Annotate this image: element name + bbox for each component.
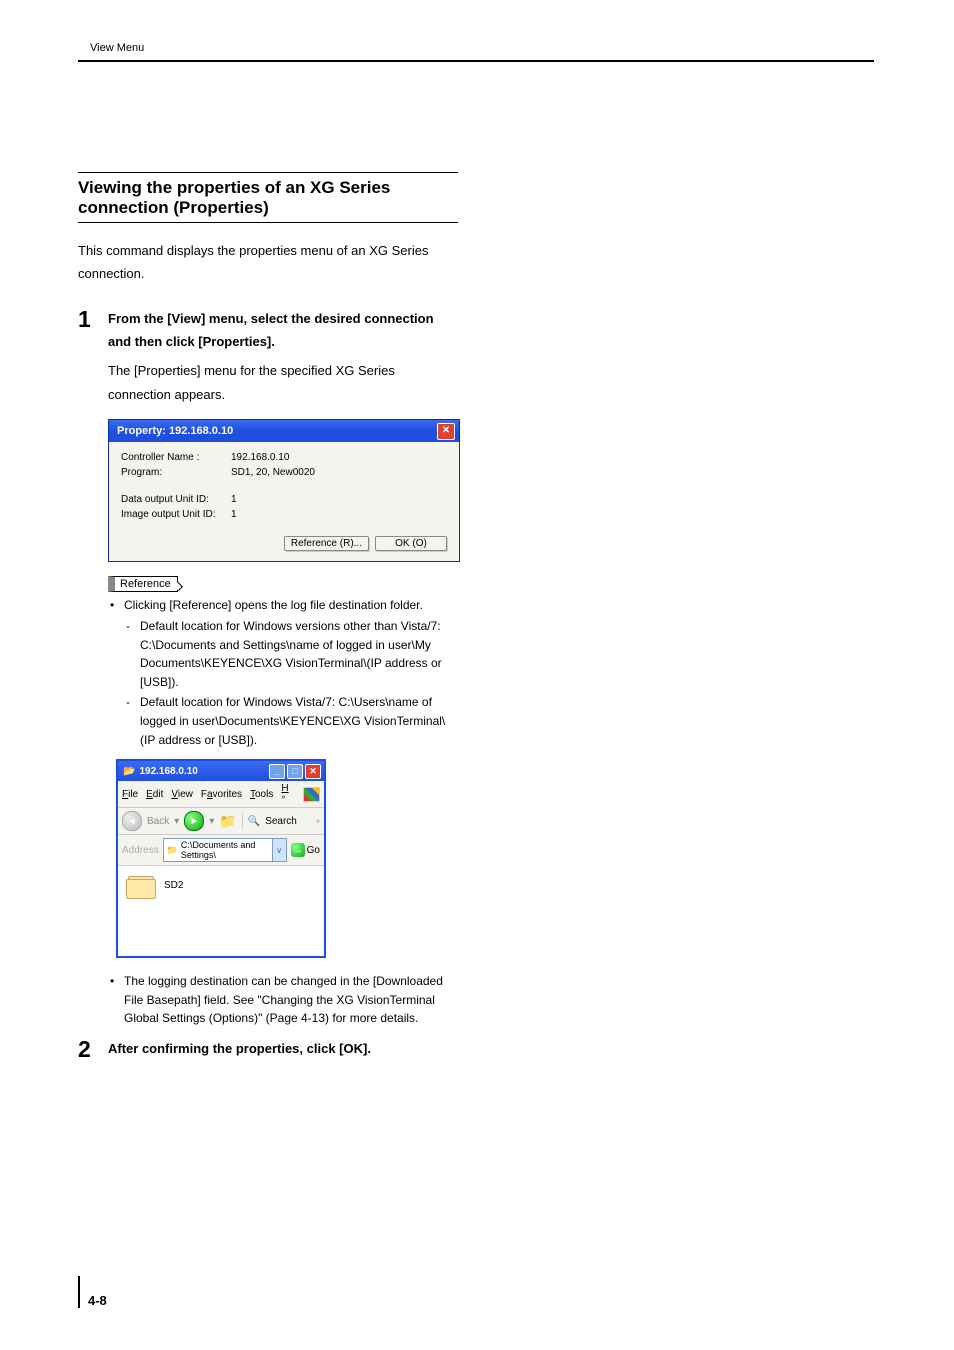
dialog-titlebar: Property: 192.168.0.10 ✕ [109, 420, 459, 442]
search-icon[interactable]: 🔍 [248, 816, 260, 827]
go-icon: → [291, 843, 305, 857]
folder-open-icon: 📂 [123, 766, 135, 777]
menu-favorites[interactable]: Favorites [201, 789, 242, 800]
step-2-heading: After confirming the properties, click [… [108, 1038, 371, 1061]
forward-icon[interactable]: ► [184, 811, 204, 831]
reference-label: Reference [108, 576, 178, 592]
header-rule [78, 60, 874, 62]
reference-bullet-2: The logging destination can be changed i… [108, 972, 458, 1028]
go-button[interactable]: → Go [291, 843, 320, 857]
windows-flag-icon [303, 787, 320, 802]
address-input[interactable]: 📁 C:\Documents and Settings\ v [163, 838, 287, 862]
step-1-heading: From the [View] menu, select the desired… [108, 308, 458, 354]
controller-name-value: 192.168.0.10 [231, 452, 447, 463]
step-1-body: The [Properties] menu for the specified … [108, 359, 458, 407]
folder-icon: 📁 [167, 845, 178, 856]
maximize-icon[interactable]: □ [287, 764, 303, 779]
folder-icon[interactable] [126, 874, 156, 898]
reference-bullets: Clicking [Reference] opens the log file … [108, 596, 458, 749]
close-icon[interactable]: ✕ [437, 423, 455, 440]
explorer-body: SD2 [118, 866, 324, 956]
program-label: Program: [121, 467, 231, 478]
ok-button[interactable]: OK (O) [375, 536, 447, 551]
reference-bullets-2: The logging destination can be changed i… [108, 972, 458, 1028]
running-head: View Menu [78, 42, 874, 60]
step-2-number: 2 [78, 1038, 98, 1061]
up-folder-icon[interactable]: 📁 [219, 813, 236, 830]
search-label: Search [265, 816, 297, 827]
menu-file[interactable]: File [122, 789, 138, 800]
dialog-title: Property: 192.168.0.10 [117, 425, 233, 437]
close-icon[interactable]: ✕ [305, 764, 321, 779]
dropdown-icon[interactable]: v [272, 839, 286, 861]
data-output-label: Data output Unit ID: [121, 494, 231, 505]
explorer-titlebar: 📂 192.168.0.10 _ □ ✕ [118, 761, 324, 781]
divider [242, 813, 243, 829]
reference-bullet-1b: Default location for Windows Vista/7: C:… [124, 693, 458, 749]
back-label: Back [147, 816, 169, 827]
step-1-number: 1 [78, 308, 98, 354]
menu-tools[interactable]: Tools [250, 789, 273, 800]
address-value: C:\Documents and Settings\ [181, 840, 283, 860]
page-number: 4-8 [78, 1276, 107, 1308]
reference-bullet-1: Clicking [Reference] opens the log file … [124, 598, 423, 612]
folder-item-label: SD2 [164, 874, 183, 891]
reference-button[interactable]: Reference (R)... [284, 536, 369, 551]
program-value: SD1, 20, New0020 [231, 467, 447, 478]
intro-text: This command displays the properties men… [78, 239, 458, 286]
menu-help[interactable]: H » [281, 783, 295, 805]
image-output-label: Image output Unit ID: [121, 509, 231, 520]
data-output-value: 1 [231, 494, 447, 505]
minimize-icon[interactable]: _ [269, 764, 285, 779]
image-output-value: 1 [231, 509, 447, 520]
property-dialog: Property: 192.168.0.10 ✕ Controller Name… [108, 419, 460, 562]
address-label: Address [122, 845, 159, 856]
controller-name-label: Controller Name : [121, 452, 231, 463]
menu-edit[interactable]: Edit [146, 789, 163, 800]
section-title: Viewing the properties of an XG Series c… [78, 172, 458, 223]
explorer-toolbar: ◄ Back ▾ ► ▾ 📁 🔍 Search » [118, 808, 324, 835]
explorer-menubar: File Edit View Favorites Tools H » [118, 781, 324, 808]
reference-bullet-1a: Default location for Windows versions ot… [124, 617, 458, 691]
explorer-title: 192.168.0.10 [139, 766, 197, 777]
menu-view[interactable]: View [171, 789, 193, 800]
explorer-window: 📂 192.168.0.10 _ □ ✕ File Edit View Favo… [116, 759, 326, 958]
explorer-addressbar: Address 📁 C:\Documents and Settings\ v →… [118, 835, 324, 866]
go-label: Go [307, 845, 320, 856]
back-icon[interactable]: ◄ [122, 811, 142, 831]
